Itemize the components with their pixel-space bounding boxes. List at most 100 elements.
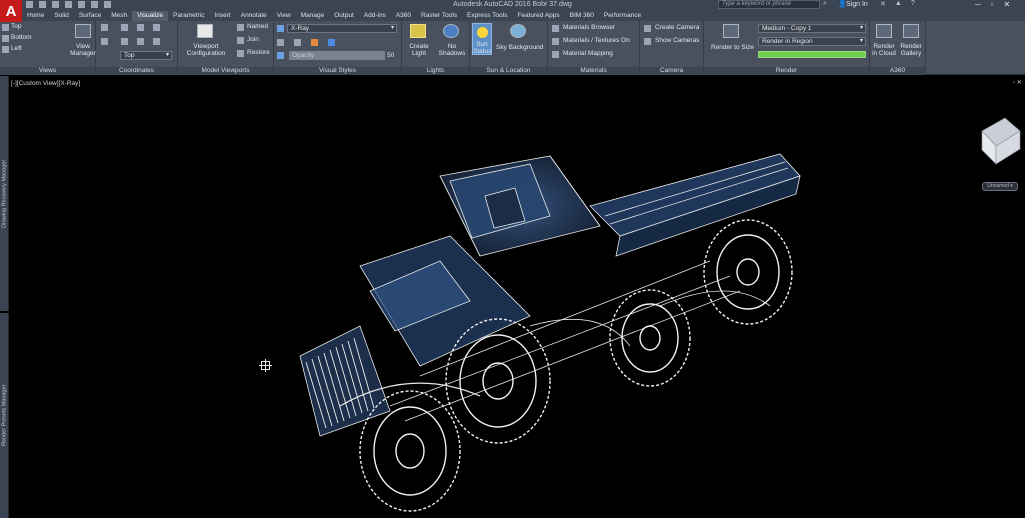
materials-textures-button[interactable]: Materials / Textures On: [563, 37, 630, 44]
render-panel: Render to Size Medium - Copy 1 Render in…: [704, 21, 870, 75]
drawing-recovery-palette[interactable]: Drawing Recovery Manager: [0, 76, 9, 311]
ucs-y-icon[interactable]: [153, 38, 160, 45]
tab-insert[interactable]: Insert: [209, 11, 235, 21]
tab-surface[interactable]: Surface: [74, 11, 106, 21]
render-in-cloud-button[interactable]: Render in Cloud: [871, 43, 897, 57]
tab-add-ins[interactable]: Add-ins: [359, 11, 391, 21]
render-panel-title: Render: [704, 67, 869, 75]
drawing-viewport[interactable]: [10, 76, 1025, 518]
view-manager-button[interactable]: View Manager: [69, 43, 97, 57]
ucs-origin-icon[interactable]: [137, 24, 144, 31]
ucs-3point-icon[interactable]: [121, 38, 128, 45]
tab-visualize[interactable]: Visualize: [132, 11, 169, 21]
app-logo-icon[interactable]: A: [0, 0, 22, 22]
tab-mesh[interactable]: Mesh: [106, 11, 132, 21]
render-preset-dropdown[interactable]: Medium - Copy 1: [758, 24, 866, 33]
material-mapping-button[interactable]: Material Mapping: [563, 50, 613, 57]
tab-solid[interactable]: Solid: [49, 11, 73, 21]
ucs-icon[interactable]: [101, 24, 108, 31]
ucs-x-icon[interactable]: [137, 38, 144, 45]
no-shadows-icon[interactable]: [443, 24, 459, 38]
view-top[interactable]: Top: [11, 23, 21, 30]
ucs-icon-2[interactable]: [101, 38, 108, 45]
restore-icon: [237, 50, 244, 57]
user-icon[interactable]: 👤: [838, 0, 847, 9]
title-bar: Autodesk AutoCAD 2016 Bobr 37.dwg Type a…: [0, 0, 1025, 11]
visual-style-icon: [277, 25, 284, 32]
ucs-world-icon[interactable]: [121, 24, 128, 31]
tab-raster-tools[interactable]: Raster Tools: [416, 11, 462, 21]
ucs-dropdown[interactable]: Top: [120, 51, 172, 60]
viewcube-icon[interactable]: [981, 117, 1021, 165]
tab-featured-apps[interactable]: Featured Apps: [512, 11, 564, 21]
tab-home[interactable]: Home: [22, 11, 49, 21]
render-cloud-icon[interactable]: [876, 24, 892, 38]
shadows-icon[interactable]: [294, 39, 301, 46]
opacity-slider[interactable]: Opacity: [289, 51, 385, 60]
sky-background-icon[interactable]: [510, 24, 526, 38]
create-camera-icon: [644, 25, 651, 32]
sign-in-button[interactable]: Sign In: [846, 1, 868, 8]
view-bottom[interactable]: Bottom: [11, 34, 32, 41]
coordinates-panel: Top Coordinates: [96, 21, 178, 75]
face-color-icon[interactable]: [311, 39, 318, 46]
named-button[interactable]: Named: [247, 23, 268, 30]
render-to-size-button[interactable]: Render to Size: [711, 44, 754, 51]
viewport-config-icon[interactable]: [197, 24, 213, 38]
visual-styles-panel: X-Ray Opacity 50 Visual Styles: [274, 21, 402, 75]
create-camera-button[interactable]: Create Camera: [655, 24, 699, 31]
render-gallery-button[interactable]: Render Gallery: [898, 43, 924, 57]
sun-status-button[interactable]: Sun Status: [472, 23, 492, 55]
visual-style-dropdown[interactable]: X-Ray: [287, 24, 397, 33]
tab-manage[interactable]: Manage: [296, 11, 330, 21]
tab-a360[interactable]: A360: [391, 11, 416, 21]
opacity-icon: [277, 52, 284, 59]
viewport-close-controls[interactable]: ▫ ✕: [1013, 79, 1022, 86]
tab-view[interactable]: View: [272, 11, 296, 21]
a360-icon[interactable]: ▲: [895, 0, 902, 8]
edge-color-icon[interactable]: [328, 39, 335, 46]
tab-parametric[interactable]: Parametric: [168, 11, 209, 21]
tab-performance[interactable]: Performance: [599, 11, 646, 21]
view-top-icon: [2, 24, 9, 31]
render-to-size-icon[interactable]: [723, 24, 739, 38]
exchange-icon[interactable]: ✕: [880, 0, 886, 8]
maximize-icon[interactable]: ▫: [991, 0, 994, 9]
materials-panel-title: Materials: [548, 67, 639, 75]
tab-bim-360[interactable]: BIM 360: [565, 11, 599, 21]
edge-effects-icon[interactable]: [277, 39, 284, 46]
show-cameras-button[interactable]: Show Cameras: [655, 37, 699, 44]
search-icon[interactable]: ⌕: [823, 0, 832, 9]
render-gallery-icon[interactable]: [903, 24, 919, 38]
view-manager-icon[interactable]: [75, 24, 91, 38]
render-region-dropdown[interactable]: Render in Region: [758, 37, 866, 46]
viewport-configuration-button[interactable]: Viewport Configuration: [182, 43, 230, 57]
lights-panel: Create Light No Shadows Lights: [402, 21, 470, 75]
ribbon: Top Bottom Left View Manager Views Top C…: [0, 21, 1025, 75]
crosshair-cursor-icon: [259, 359, 272, 372]
create-light-button[interactable]: Create Light: [405, 43, 433, 57]
tab-express-tools[interactable]: Express Tools: [462, 11, 512, 21]
create-light-icon[interactable]: [410, 24, 426, 38]
help-icon[interactable]: ?: [911, 0, 915, 8]
restore-button[interactable]: Restore: [247, 49, 270, 56]
visual-styles-panel-title: Visual Styles: [274, 67, 401, 75]
ucs-zaxis-icon[interactable]: [153, 24, 160, 31]
camera-panel: Create Camera Show Cameras Camera: [640, 21, 704, 75]
view-left[interactable]: Left: [11, 45, 22, 52]
viewport-controls-label[interactable]: [-][Custom View][X-Ray]: [11, 80, 80, 87]
opacity-label: Opacity: [292, 52, 315, 59]
sky-background-button[interactable]: Sky Background: [496, 44, 543, 51]
close-icon[interactable]: ✕: [1004, 0, 1011, 9]
opacity-value[interactable]: 50: [387, 52, 394, 59]
render-presets-palette[interactable]: Render Presets Manager: [0, 313, 9, 518]
materials-panel: Materials Browser Materials / Textures O…: [548, 21, 640, 75]
no-shadows-button[interactable]: No Shadows: [437, 43, 467, 57]
join-button[interactable]: Join: [247, 36, 259, 43]
wcs-menu[interactable]: Unnamed ▾: [982, 182, 1018, 191]
tab-output[interactable]: Output: [329, 11, 359, 21]
tab-annotate[interactable]: Annotate: [236, 11, 272, 21]
minimize-icon[interactable]: ─: [975, 0, 981, 9]
search-input[interactable]: Type a keyword or phrase: [718, 0, 820, 9]
materials-browser-button[interactable]: Materials Browser: [563, 24, 615, 31]
